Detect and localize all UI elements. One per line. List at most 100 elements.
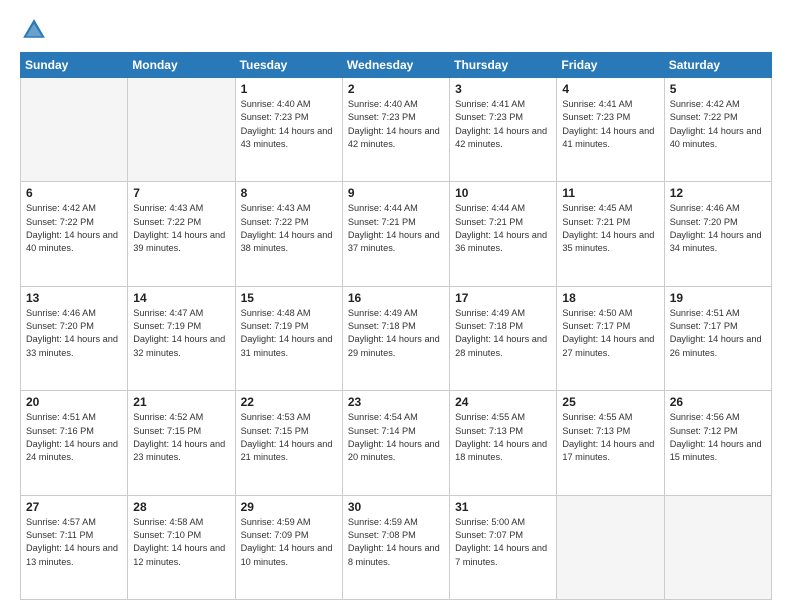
day-number: 15 [241, 291, 337, 305]
day-number: 14 [133, 291, 229, 305]
day-info: Sunrise: 4:52 AMSunset: 7:15 PMDaylight:… [133, 411, 229, 464]
calendar-cell: 28 Sunrise: 4:58 AMSunset: 7:10 PMDayligh… [128, 495, 235, 599]
calendar-cell: 1 Sunrise: 4:40 AMSunset: 7:23 PMDaylight… [235, 78, 342, 182]
logo-icon [20, 16, 48, 44]
calendar-cell: 15 Sunrise: 4:48 AMSunset: 7:19 PMDayligh… [235, 286, 342, 390]
day-number: 2 [348, 82, 444, 96]
day-info: Sunrise: 4:43 AMSunset: 7:22 PMDaylight:… [241, 202, 337, 255]
calendar-cell: 22 Sunrise: 4:53 AMSunset: 7:15 PMDayligh… [235, 391, 342, 495]
day-info: Sunrise: 4:50 AMSunset: 7:17 PMDaylight:… [562, 307, 658, 360]
calendar-cell: 18 Sunrise: 4:50 AMSunset: 7:17 PMDayligh… [557, 286, 664, 390]
calendar-cell: 4 Sunrise: 4:41 AMSunset: 7:23 PMDaylight… [557, 78, 664, 182]
day-number: 17 [455, 291, 551, 305]
calendar-cell: 23 Sunrise: 4:54 AMSunset: 7:14 PMDayligh… [342, 391, 449, 495]
calendar-header-tuesday: Tuesday [235, 53, 342, 78]
calendar-week-2: 6 Sunrise: 4:42 AMSunset: 7:22 PMDaylight… [21, 182, 772, 286]
day-number: 6 [26, 186, 122, 200]
calendar-cell [128, 78, 235, 182]
day-number: 18 [562, 291, 658, 305]
calendar-header-wednesday: Wednesday [342, 53, 449, 78]
day-number: 24 [455, 395, 551, 409]
day-info: Sunrise: 4:55 AMSunset: 7:13 PMDaylight:… [455, 411, 551, 464]
day-info: Sunrise: 4:48 AMSunset: 7:19 PMDaylight:… [241, 307, 337, 360]
day-info: Sunrise: 4:51 AMSunset: 7:16 PMDaylight:… [26, 411, 122, 464]
calendar-cell: 9Sunrise: 4:44 AMSunset: 7:21 PMDaylight… [342, 182, 449, 286]
calendar-header-monday: Monday [128, 53, 235, 78]
calendar-cell: 2Sunrise: 4:40 AMSunset: 7:23 PMDaylight… [342, 78, 449, 182]
calendar-cell: 6 Sunrise: 4:42 AMSunset: 7:22 PMDaylight… [21, 182, 128, 286]
day-number: 28 [133, 500, 229, 514]
day-number: 19 [670, 291, 766, 305]
day-number: 31 [455, 500, 551, 514]
calendar-cell: 30 Sunrise: 4:59 AMSunset: 7:08 PMDayligh… [342, 495, 449, 599]
calendar-cell [557, 495, 664, 599]
day-info: Sunrise: 4:44 AMSunset: 7:21 PMDaylight:… [455, 202, 551, 255]
calendar-cell: 17 Sunrise: 4:49 AMSunset: 7:18 PMDayligh… [450, 286, 557, 390]
day-number: 30 [348, 500, 444, 514]
calendar-header-thursday: Thursday [450, 53, 557, 78]
day-number: 7 [133, 186, 229, 200]
day-number: 21 [133, 395, 229, 409]
calendar-header-sunday: Sunday [21, 53, 128, 78]
day-info: Sunrise: 4:51 AMSunset: 7:17 PMDaylight:… [670, 307, 766, 360]
day-number: 27 [26, 500, 122, 514]
calendar-week-5: 27 Sunrise: 4:57 AMSunset: 7:11 PMDayligh… [21, 495, 772, 599]
day-info: Sunrise: 4:53 AMSunset: 7:15 PMDaylight:… [241, 411, 337, 464]
day-number: 26 [670, 395, 766, 409]
day-info: Sunrise: 4:41 AMSunset: 7:23 PMDaylight:… [562, 98, 658, 151]
day-number: 1 [241, 82, 337, 96]
calendar-cell: 3Sunrise: 4:41 AMSunset: 7:23 PMDaylight… [450, 78, 557, 182]
day-number: 22 [241, 395, 337, 409]
calendar-week-1: 1 Sunrise: 4:40 AMSunset: 7:23 PMDaylight… [21, 78, 772, 182]
day-info: Sunrise: 4:46 AMSunset: 7:20 PMDaylight:… [670, 202, 766, 255]
calendar-cell: 27 Sunrise: 4:57 AMSunset: 7:11 PMDayligh… [21, 495, 128, 599]
calendar-cell: 25Sunrise: 4:55 AMSunset: 7:13 PMDayligh… [557, 391, 664, 495]
calendar-cell: 5Sunrise: 4:42 AMSunset: 7:22 PMDaylight… [664, 78, 771, 182]
day-number: 9 [348, 186, 444, 200]
day-number: 16 [348, 291, 444, 305]
calendar-cell: 11 Sunrise: 4:45 AMSunset: 7:21 PMDayligh… [557, 182, 664, 286]
day-info: Sunrise: 4:57 AMSunset: 7:11 PMDaylight:… [26, 516, 122, 569]
calendar-table: SundayMondayTuesdayWednesdayThursdayFrid… [20, 52, 772, 600]
calendar-cell: 19 Sunrise: 4:51 AMSunset: 7:17 PMDayligh… [664, 286, 771, 390]
calendar-cell: 10 Sunrise: 4:44 AMSunset: 7:21 PMDayligh… [450, 182, 557, 286]
calendar-cell: 14 Sunrise: 4:47 AMSunset: 7:19 PMDayligh… [128, 286, 235, 390]
calendar-cell: 7 Sunrise: 4:43 AMSunset: 7:22 PMDaylight… [128, 182, 235, 286]
day-number: 4 [562, 82, 658, 96]
calendar-cell: 21 Sunrise: 4:52 AMSunset: 7:15 PMDayligh… [128, 391, 235, 495]
calendar-week-3: 13 Sunrise: 4:46 AMSunset: 7:20 PMDayligh… [21, 286, 772, 390]
day-number: 23 [348, 395, 444, 409]
day-info: Sunrise: 4:49 AMSunset: 7:18 PMDaylight:… [348, 307, 444, 360]
day-info: Sunrise: 4:41 AMSunset: 7:23 PMDaylight:… [455, 98, 551, 151]
calendar-cell: 31 Sunrise: 5:00 AMSunset: 7:07 PMDayligh… [450, 495, 557, 599]
day-info: Sunrise: 4:45 AMSunset: 7:21 PMDaylight:… [562, 202, 658, 255]
day-info: Sunrise: 4:56 AMSunset: 7:12 PMDaylight:… [670, 411, 766, 464]
calendar-cell [21, 78, 128, 182]
day-info: Sunrise: 4:54 AMSunset: 7:14 PMDaylight:… [348, 411, 444, 464]
calendar-header-friday: Friday [557, 53, 664, 78]
day-info: Sunrise: 4:59 AMSunset: 7:09 PMDaylight:… [241, 516, 337, 569]
day-number: 13 [26, 291, 122, 305]
day-info: Sunrise: 4:49 AMSunset: 7:18 PMDaylight:… [455, 307, 551, 360]
calendar-cell: 26 Sunrise: 4:56 AMSunset: 7:12 PMDayligh… [664, 391, 771, 495]
calendar-cell [664, 495, 771, 599]
day-info: Sunrise: 4:59 AMSunset: 7:08 PMDaylight:… [348, 516, 444, 569]
day-info: Sunrise: 4:40 AMSunset: 7:23 PMDaylight:… [241, 98, 337, 151]
day-info: Sunrise: 5:00 AMSunset: 7:07 PMDaylight:… [455, 516, 551, 569]
day-info: Sunrise: 4:42 AMSunset: 7:22 PMDaylight:… [670, 98, 766, 151]
day-number: 25 [562, 395, 658, 409]
calendar-cell: 8Sunrise: 4:43 AMSunset: 7:22 PMDaylight… [235, 182, 342, 286]
day-number: 20 [26, 395, 122, 409]
day-info: Sunrise: 4:46 AMSunset: 7:20 PMDaylight:… [26, 307, 122, 360]
day-number: 10 [455, 186, 551, 200]
calendar-cell: 16 Sunrise: 4:49 AMSunset: 7:18 PMDayligh… [342, 286, 449, 390]
day-info: Sunrise: 4:42 AMSunset: 7:22 PMDaylight:… [26, 202, 122, 255]
day-info: Sunrise: 4:43 AMSunset: 7:22 PMDaylight:… [133, 202, 229, 255]
calendar-header-saturday: Saturday [664, 53, 771, 78]
day-number: 11 [562, 186, 658, 200]
calendar-week-4: 20 Sunrise: 4:51 AMSunset: 7:16 PMDayligh… [21, 391, 772, 495]
calendar-header-row: SundayMondayTuesdayWednesdayThursdayFrid… [21, 53, 772, 78]
calendar-cell: 24 Sunrise: 4:55 AMSunset: 7:13 PMDayligh… [450, 391, 557, 495]
day-info: Sunrise: 4:58 AMSunset: 7:10 PMDaylight:… [133, 516, 229, 569]
day-info: Sunrise: 4:47 AMSunset: 7:19 PMDaylight:… [133, 307, 229, 360]
